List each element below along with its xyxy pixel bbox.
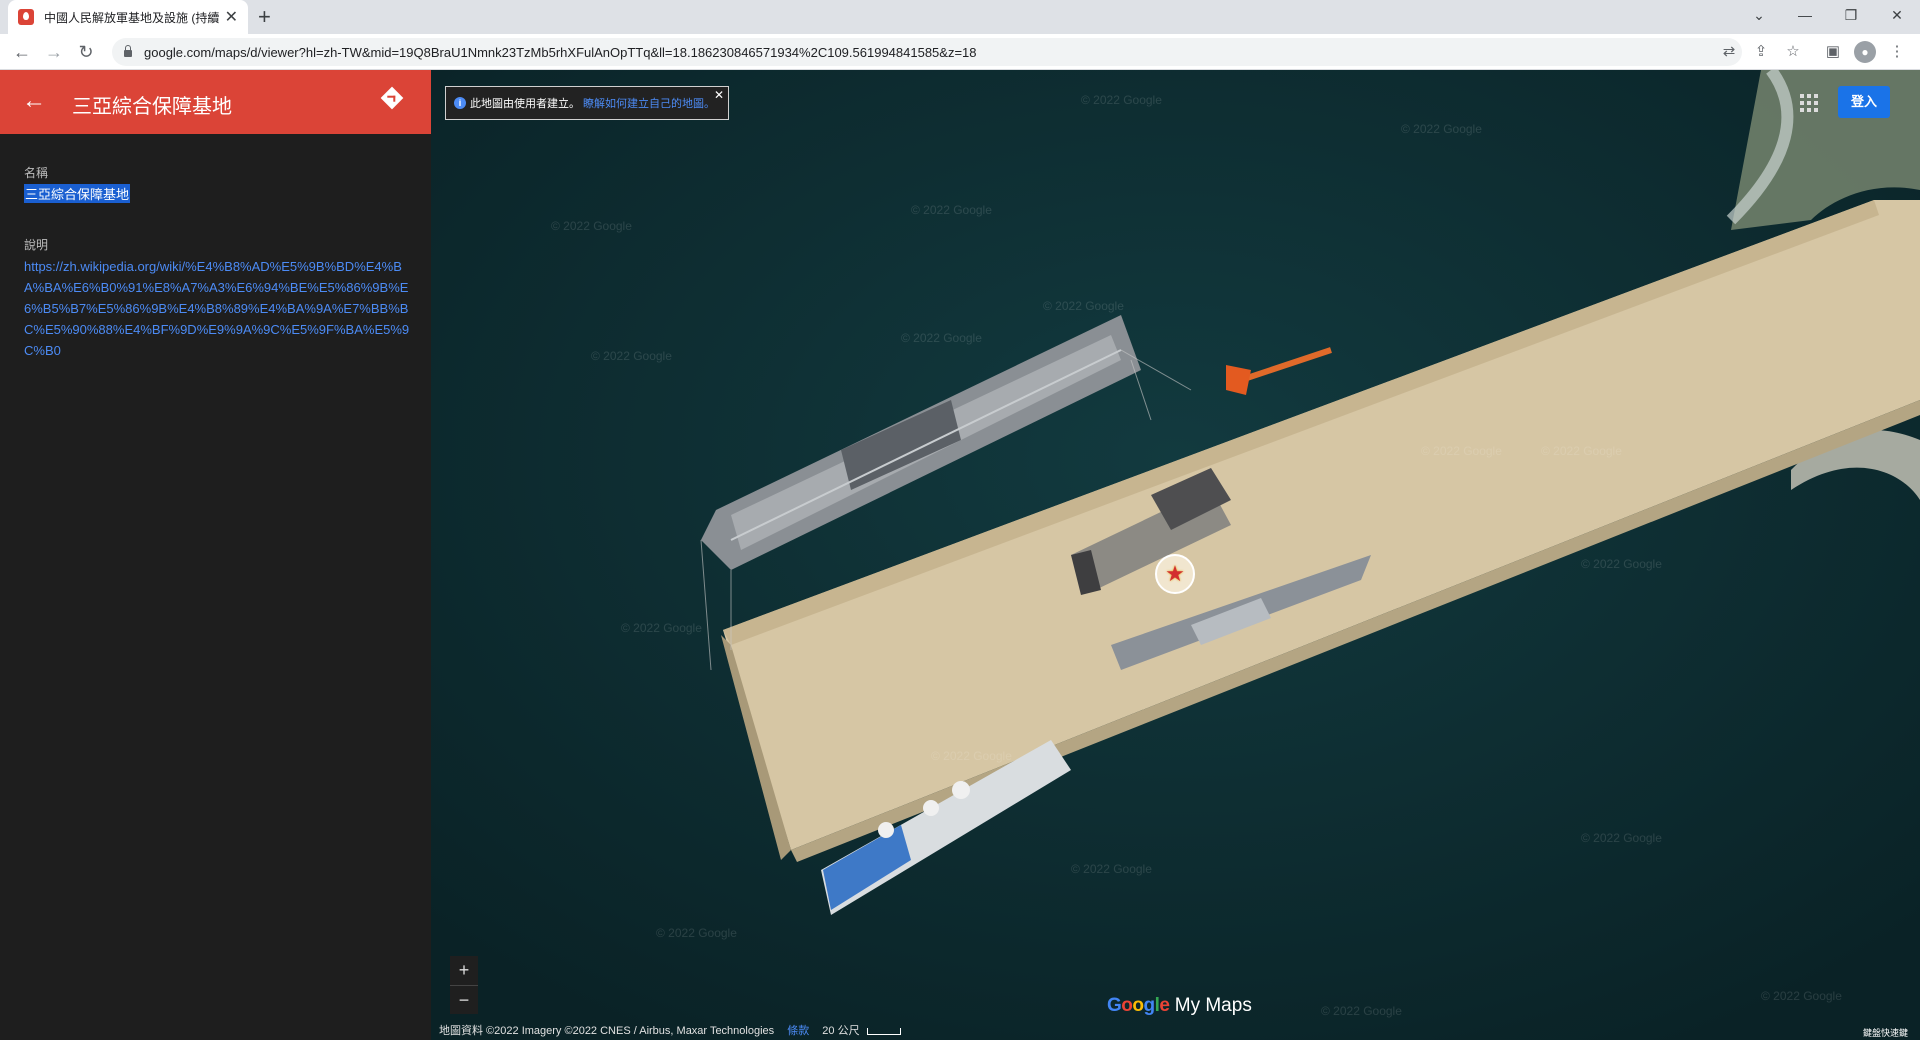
svg-text:© 2022 Google: © 2022 Google xyxy=(931,749,1012,763)
browser-tab-bar: 中國人民解放軍基地及設施 (持續... ✕ + ⌄ — ❐ ✕ xyxy=(0,0,1920,34)
browser-tab[interactable]: 中國人民解放軍基地及設施 (持續... ✕ xyxy=(8,0,248,34)
browser-toolbar: ← → ↻ google.com/maps/d/viewer?hl=zh-TW&… xyxy=(0,34,1920,70)
description-link[interactable]: https://zh.wikipedia.org/wiki/%E4%B8%AD%… xyxy=(24,256,410,361)
back-arrow-icon[interactable]: ← xyxy=(10,40,34,64)
svg-text:© 2022 Google: © 2022 Google xyxy=(911,203,992,217)
svg-text:© 2022 Google: © 2022 Google xyxy=(1421,444,1502,458)
svg-text:© 2022 Google: © 2022 Google xyxy=(1761,989,1842,1003)
lock-icon[interactable] xyxy=(124,45,132,57)
user-created-map-notice: i 此地圖由使用者建立。 瞭解如何建立自己的地圖。 ✕ xyxy=(445,86,729,120)
close-window-button[interactable]: ✕ xyxy=(1874,0,1920,34)
star-marker-icon[interactable]: ★ xyxy=(1155,554,1195,594)
svg-text:© 2022 Google: © 2022 Google xyxy=(621,621,702,635)
scale-label[interactable]: 20 公尺 xyxy=(822,1025,859,1037)
directions-icon[interactable] xyxy=(380,86,404,110)
share-icon[interactable]: ⇪ xyxy=(1750,41,1772,63)
notice-learn-link[interactable]: 瞭解如何建立自己的地圖。 xyxy=(583,95,715,111)
svg-text:© 2022 Google: © 2022 Google xyxy=(1541,444,1622,458)
apps-grid-icon[interactable] xyxy=(1800,94,1818,112)
svg-text:© 2022 Google: © 2022 Google xyxy=(551,219,632,233)
panel-title: 三亞綜合保障基地 xyxy=(72,96,232,118)
notice-text: 此地圖由使用者建立。 xyxy=(470,98,580,110)
new-tab-button[interactable]: + xyxy=(258,5,271,29)
url-text: google.com/maps/d/viewer?hl=zh-TW&mid=19… xyxy=(144,44,977,60)
tab-search-button[interactable]: ⌄ xyxy=(1736,0,1782,34)
terms-link[interactable]: 條款 xyxy=(787,1025,809,1037)
restore-button[interactable]: ❐ xyxy=(1828,0,1874,34)
attribution-text: 地圖資料 ©2022 Imagery ©2022 CNES / Airbus, … xyxy=(439,1025,775,1037)
info-icon: i xyxy=(454,97,466,109)
name-label: 名稱 xyxy=(24,166,49,180)
map-attribution: 地圖資料 ©2022 Imagery ©2022 CNES / Airbus, … xyxy=(439,1022,901,1038)
tab-close-icon[interactable]: ✕ xyxy=(225,7,238,27)
back-arrow-icon[interactable]: ← xyxy=(22,88,46,114)
address-bar[interactable]: google.com/maps/d/viewer?hl=zh-TW&mid=19… xyxy=(112,38,1742,66)
zoom-controls: + − xyxy=(450,956,478,1014)
svg-text:© 2022 Google: © 2022 Google xyxy=(1581,831,1662,845)
feature-details-panel: ← 三亞綜合保障基地 名稱 三亞綜合保障基地 說明 https://zh.wik… xyxy=(0,70,431,1040)
description-label: 說明 xyxy=(24,238,49,252)
svg-text:© 2022 Google: © 2022 Google xyxy=(1043,299,1124,313)
svg-text:© 2022 Google: © 2022 Google xyxy=(1321,1004,1402,1018)
zoom-in-button[interactable]: + xyxy=(450,956,478,985)
svg-text:© 2022 Google: © 2022 Google xyxy=(1071,862,1152,876)
signin-button[interactable]: 登入 xyxy=(1838,86,1890,118)
profile-avatar-icon[interactable]: ● xyxy=(1854,41,1876,63)
bookmark-star-icon[interactable]: ☆ xyxy=(1782,41,1804,63)
svg-text:© 2022 Google: © 2022 Google xyxy=(591,349,672,363)
tab-title: 中國人民解放軍基地及設施 (持續... xyxy=(44,10,219,25)
red-star-icon: ★ xyxy=(1165,561,1185,586)
scale-bar xyxy=(866,1027,901,1035)
zoom-out-button[interactable]: − xyxy=(450,986,478,1015)
notice-close-icon[interactable]: ✕ xyxy=(714,88,724,102)
minimize-button[interactable]: — xyxy=(1782,0,1828,34)
svg-text:© 2022 Google: © 2022 Google xyxy=(1401,122,1482,136)
svg-text:© 2022 Google: © 2022 Google xyxy=(901,331,982,345)
reload-icon[interactable]: ↻ xyxy=(74,40,98,64)
forward-arrow-icon[interactable]: → xyxy=(42,40,66,64)
translate-icon[interactable]: ⇄ xyxy=(1718,41,1740,63)
svg-text:© 2022 Google: © 2022 Google xyxy=(1081,93,1162,107)
menu-kebab-icon[interactable]: ⋮ xyxy=(1886,41,1908,63)
google-my-maps-logo: Google My Maps xyxy=(1107,995,1252,1016)
side-panel-icon[interactable]: ▣ xyxy=(1822,41,1844,63)
keyboard-shortcuts-link[interactable]: 鍵盤快速鍵 xyxy=(1863,1026,1908,1039)
panel-header: ← 三亞綜合保障基地 xyxy=(0,70,431,134)
svg-text:© 2022 Google: © 2022 Google xyxy=(1581,557,1662,571)
satellite-map[interactable]: © 2022 Google © 2022 Google © 2022 Googl… xyxy=(431,70,1920,1040)
svg-text:© 2022 Google: © 2022 Google xyxy=(656,926,737,940)
google-maps-favicon-icon xyxy=(18,9,34,25)
name-value: 三亞綜合保障基地 xyxy=(24,184,131,203)
